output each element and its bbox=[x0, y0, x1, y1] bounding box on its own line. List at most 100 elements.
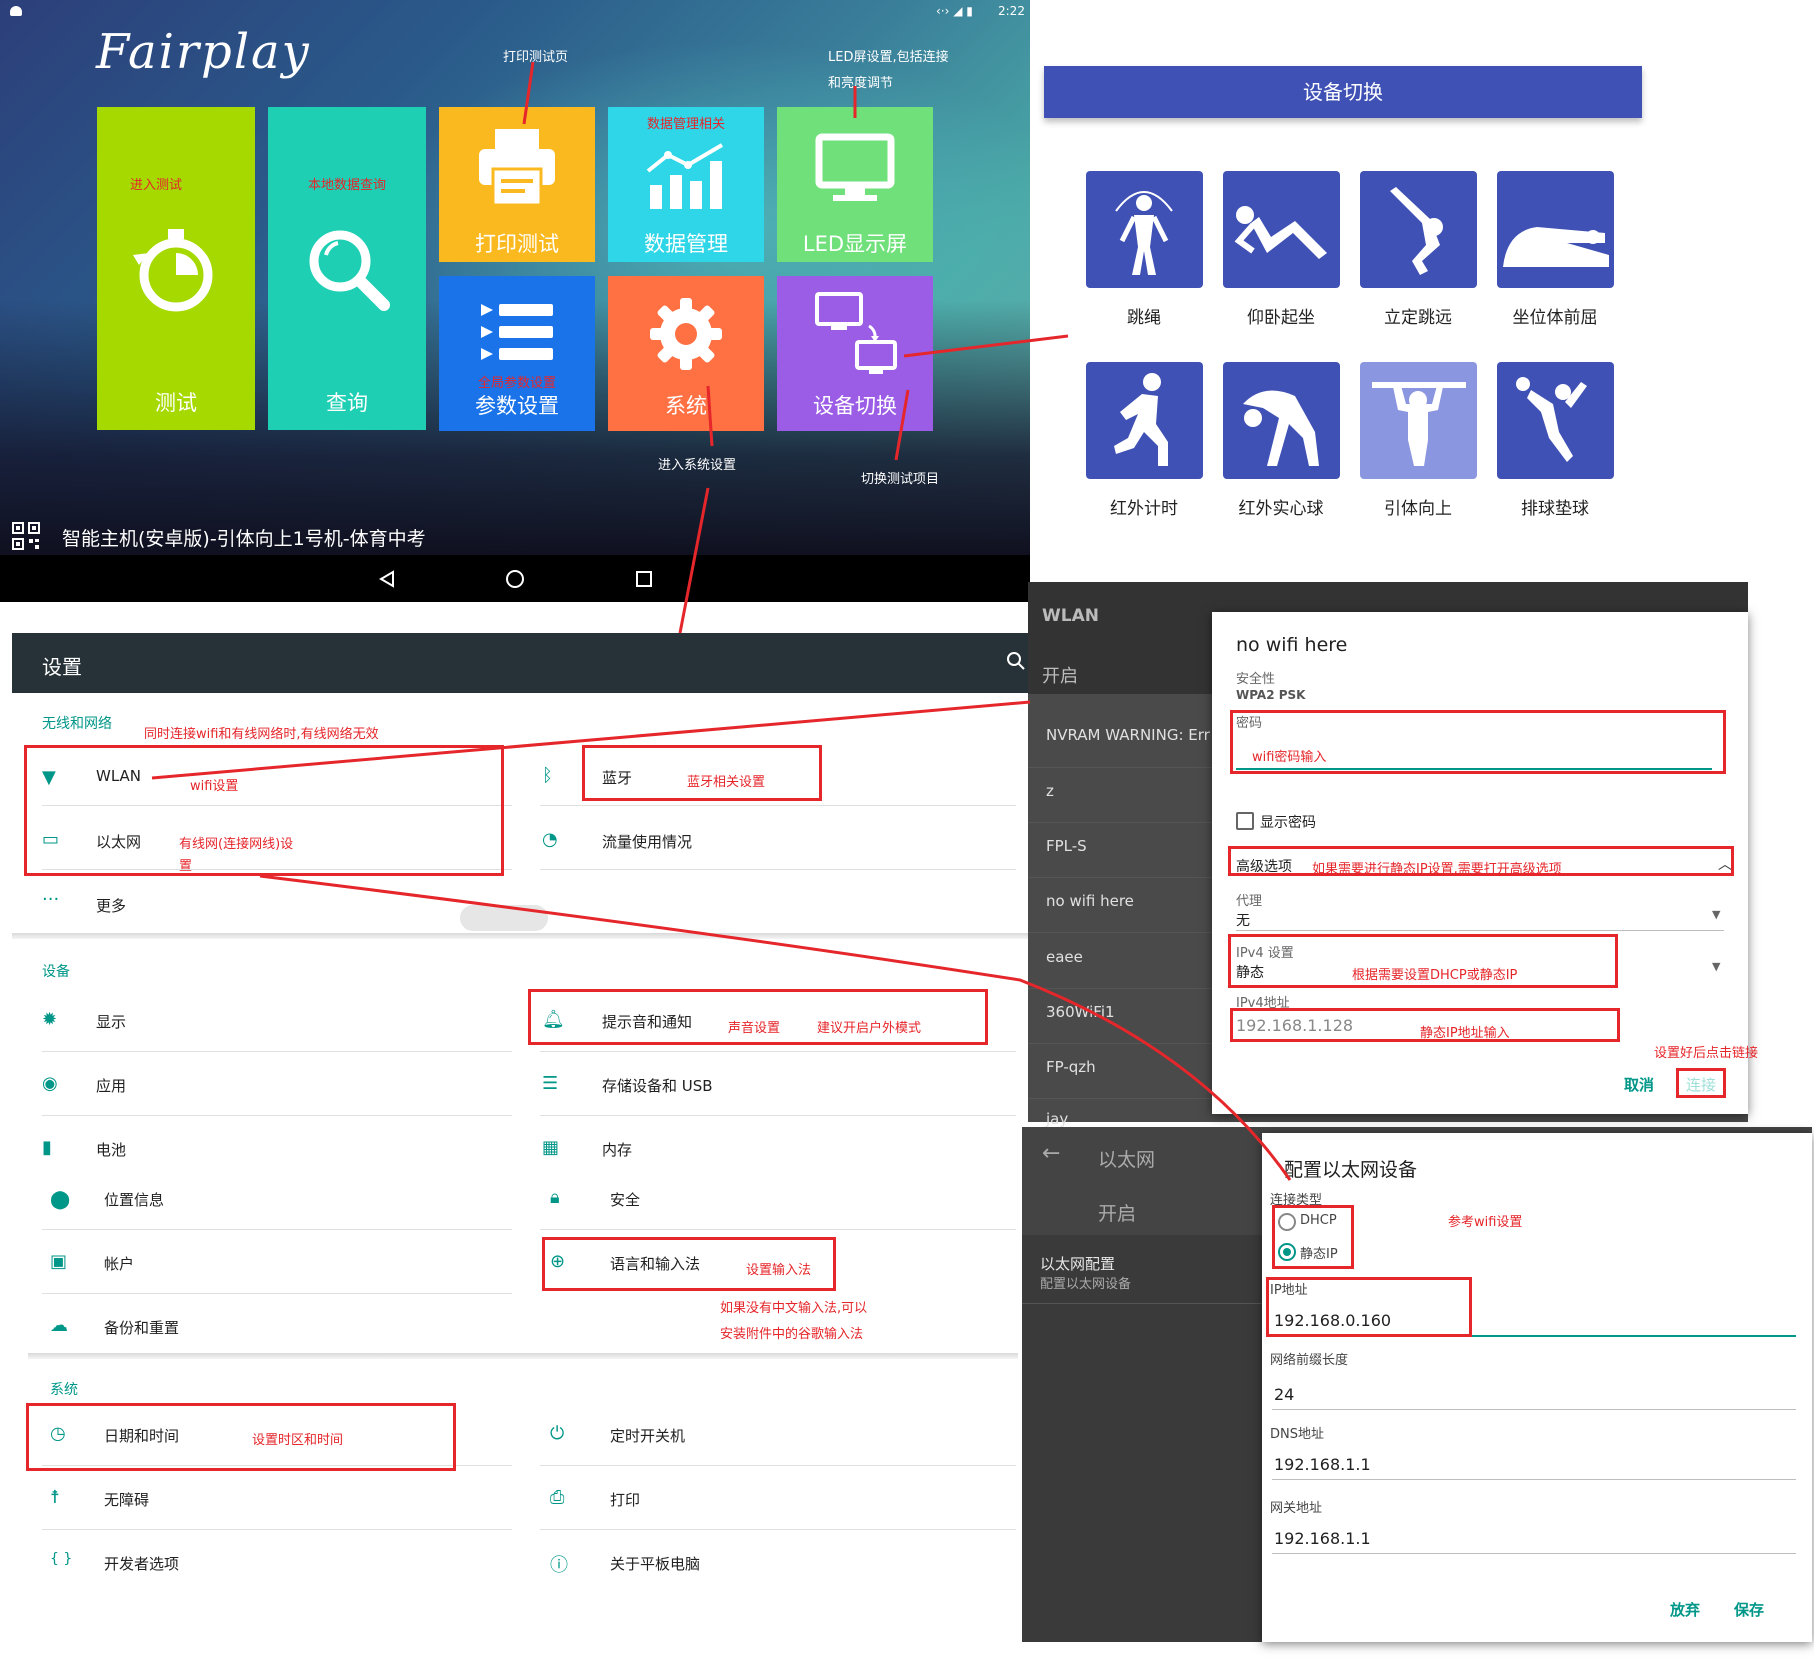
storage-icon: ☰ bbox=[542, 1073, 559, 1094]
discard-button[interactable]: 放弃 bbox=[1670, 1599, 1700, 1620]
save-button[interactable]: 保存 bbox=[1734, 1599, 1764, 1620]
device-item-situps[interactable] bbox=[1223, 171, 1340, 288]
network-item[interactable]: FP-qzh bbox=[1046, 1058, 1096, 1076]
dns-input[interactable]: 192.168.1.1 bbox=[1274, 1455, 1371, 1474]
annotation-print-page: 打印测试页 bbox=[503, 50, 569, 65]
tile-test[interactable]: 进入测试 测试 bbox=[97, 107, 255, 430]
device-panel-title: 设备切换 bbox=[1044, 66, 1642, 118]
list-icon bbox=[481, 304, 553, 360]
rope-skipping-icon bbox=[1115, 191, 1173, 275]
cancel-button[interactable]: 取消 bbox=[1624, 1074, 1654, 1095]
chevron-down-icon[interactable]: ▼ bbox=[1712, 960, 1720, 973]
bar-chart-icon bbox=[646, 143, 724, 209]
settings-screen: 设置 无线和网络 同时连接wifi和有线网络时,有线网络无效 ▼ WLAN wi… bbox=[12, 633, 1028, 1673]
device-label: 排球垫球 bbox=[1521, 499, 1589, 519]
settings-item-about[interactable]: 关于平板电脑 bbox=[610, 1553, 700, 1574]
section-system: 系统 bbox=[50, 1382, 78, 1398]
show-password-checkbox[interactable] bbox=[1236, 812, 1254, 830]
device-label: 红外计时 bbox=[1110, 499, 1178, 519]
tile-label: 系统 bbox=[665, 394, 707, 418]
security-label: 安全性 bbox=[1236, 672, 1276, 687]
device-item-pullup[interactable] bbox=[1360, 362, 1477, 479]
tile-note: 全局参数设置 bbox=[477, 376, 556, 391]
settings-item-schedule-power[interactable]: 定时开关机 bbox=[610, 1425, 685, 1446]
running-icon bbox=[1114, 373, 1168, 466]
highlight-network bbox=[24, 745, 504, 876]
highlight-bluetooth bbox=[582, 745, 822, 801]
settings-item-storage[interactable]: 存储设备和 USB bbox=[602, 1075, 713, 1096]
settings-item-more[interactable]: 更多 bbox=[96, 895, 126, 916]
tile-query[interactable]: 本地数据查询 查询 bbox=[268, 107, 426, 430]
highlight-advanced bbox=[1228, 846, 1734, 876]
android-icon bbox=[10, 6, 22, 16]
printer-icon bbox=[479, 129, 555, 207]
network-item[interactable]: jay bbox=[1046, 1110, 1068, 1128]
settings-item-security[interactable]: 安全 bbox=[610, 1189, 640, 1210]
settings-item-backup[interactable]: 备份和重置 bbox=[104, 1317, 179, 1338]
prefix-input[interactable]: 24 bbox=[1274, 1385, 1294, 1404]
printer-icon: ⎙ bbox=[550, 1487, 565, 1508]
show-password-label: 显示密码 bbox=[1260, 815, 1316, 831]
scroll-handle[interactable] bbox=[460, 905, 548, 931]
device-label: 红外实心球 bbox=[1238, 499, 1324, 519]
account-icon: ▣ bbox=[50, 1251, 68, 1272]
wifi-toggle-label[interactable]: 开启 bbox=[1042, 662, 1078, 688]
home-icon[interactable] bbox=[505, 569, 525, 589]
tile-led-display[interactable]: LED显示屏 bbox=[777, 107, 933, 262]
device-item-volleyball[interactable] bbox=[1497, 362, 1614, 479]
annotation-ref-wifi: 参考wifi设置 bbox=[1448, 1215, 1523, 1230]
device-item-infrared-timer[interactable] bbox=[1086, 362, 1203, 479]
annotation-led-2: 和亮度调节 bbox=[828, 76, 894, 91]
back-arrow-icon[interactable]: ← bbox=[1042, 1141, 1060, 1166]
tile-data-management[interactable]: 数据管理相关 数据管理 bbox=[608, 107, 764, 262]
settings-item-display[interactable]: 显示 bbox=[96, 1011, 126, 1032]
device-item-shot-put[interactable] bbox=[1223, 362, 1340, 479]
annotation-system: 进入系统设置 bbox=[658, 458, 737, 473]
tile-parameters[interactable]: 全局参数设置 参数设置 bbox=[439, 276, 595, 431]
ethernet-config-sub: 配置以太网设备 bbox=[1040, 1277, 1132, 1292]
tile-device-switch[interactable]: 设备切换 bbox=[777, 276, 933, 431]
settings-item-apps[interactable]: 应用 bbox=[96, 1075, 126, 1096]
highlight-ip bbox=[1230, 1008, 1620, 1042]
tile-label: 参数设置 bbox=[475, 394, 559, 418]
network-item[interactable]: NVRAM WARNING: Err bbox=[1046, 726, 1210, 744]
tile-print-test[interactable]: 打印测试 bbox=[439, 107, 595, 262]
search-icon[interactable] bbox=[1006, 651, 1026, 671]
device-item-sit-reach[interactable] bbox=[1497, 171, 1614, 288]
settings-item-battery[interactable]: 电池 bbox=[96, 1139, 126, 1160]
proxy-label: 代理 bbox=[1236, 894, 1263, 909]
tile-label: 设备切换 bbox=[813, 394, 897, 418]
settings-item-accounts[interactable]: 帐户 bbox=[104, 1253, 134, 1274]
developer-icon: { } bbox=[50, 1551, 73, 1567]
settings-item-developer[interactable]: 开发者选项 bbox=[104, 1553, 179, 1574]
highlight-connect bbox=[1676, 1068, 1726, 1098]
tile-label: 打印测试 bbox=[475, 232, 559, 256]
network-item[interactable]: FPL-S bbox=[1046, 837, 1087, 855]
settings-item-printing[interactable]: 打印 bbox=[610, 1489, 640, 1510]
settings-item-accessibility[interactable]: 无障碍 bbox=[104, 1489, 149, 1510]
network-item[interactable]: eaee bbox=[1046, 948, 1083, 966]
device-item-standing-jump[interactable] bbox=[1360, 171, 1477, 288]
gateway-input[interactable]: 192.168.1.1 bbox=[1274, 1529, 1371, 1548]
device-label: 立定跳远 bbox=[1384, 308, 1452, 328]
wifi-screen: WLAN 开启 NVRAM WARNING: Err z FPL-S no wi… bbox=[1028, 582, 1758, 1128]
proxy-value[interactable]: 无 bbox=[1236, 910, 1250, 930]
wifi-title: WLAN bbox=[1042, 606, 1099, 626]
chevron-down-icon[interactable]: ▼ bbox=[1712, 908, 1720, 921]
network-item[interactable]: z bbox=[1046, 782, 1054, 800]
ethernet-toggle-label[interactable]: 开启 bbox=[1098, 1199, 1136, 1226]
settings-item-memory[interactable]: 内存 bbox=[602, 1139, 632, 1160]
back-icon[interactable] bbox=[378, 570, 396, 588]
ethernet-config-title[interactable]: 以太网配置 bbox=[1040, 1253, 1115, 1274]
network-item[interactable]: no wifi here bbox=[1046, 892, 1134, 910]
accessibility-icon: ☨ bbox=[50, 1487, 60, 1508]
gateway-label: 网关地址 bbox=[1270, 1501, 1323, 1516]
device-item-rope-skipping[interactable] bbox=[1086, 171, 1203, 288]
launcher-screen: ‹·› ◢ ▮ 2:22 Fairplay 进入测试 测试 本地数据查询 查询 bbox=[0, 0, 1030, 602]
settings-item-location[interactable]: 位置信息 bbox=[104, 1189, 164, 1210]
network-item[interactable]: 360WiFi1 bbox=[1046, 1003, 1115, 1021]
tile-system[interactable]: 系统 bbox=[608, 276, 764, 431]
highlight-sound bbox=[528, 989, 988, 1045]
settings-item-data-usage[interactable]: 流量使用情况 bbox=[602, 831, 692, 852]
recents-icon[interactable] bbox=[635, 570, 653, 588]
